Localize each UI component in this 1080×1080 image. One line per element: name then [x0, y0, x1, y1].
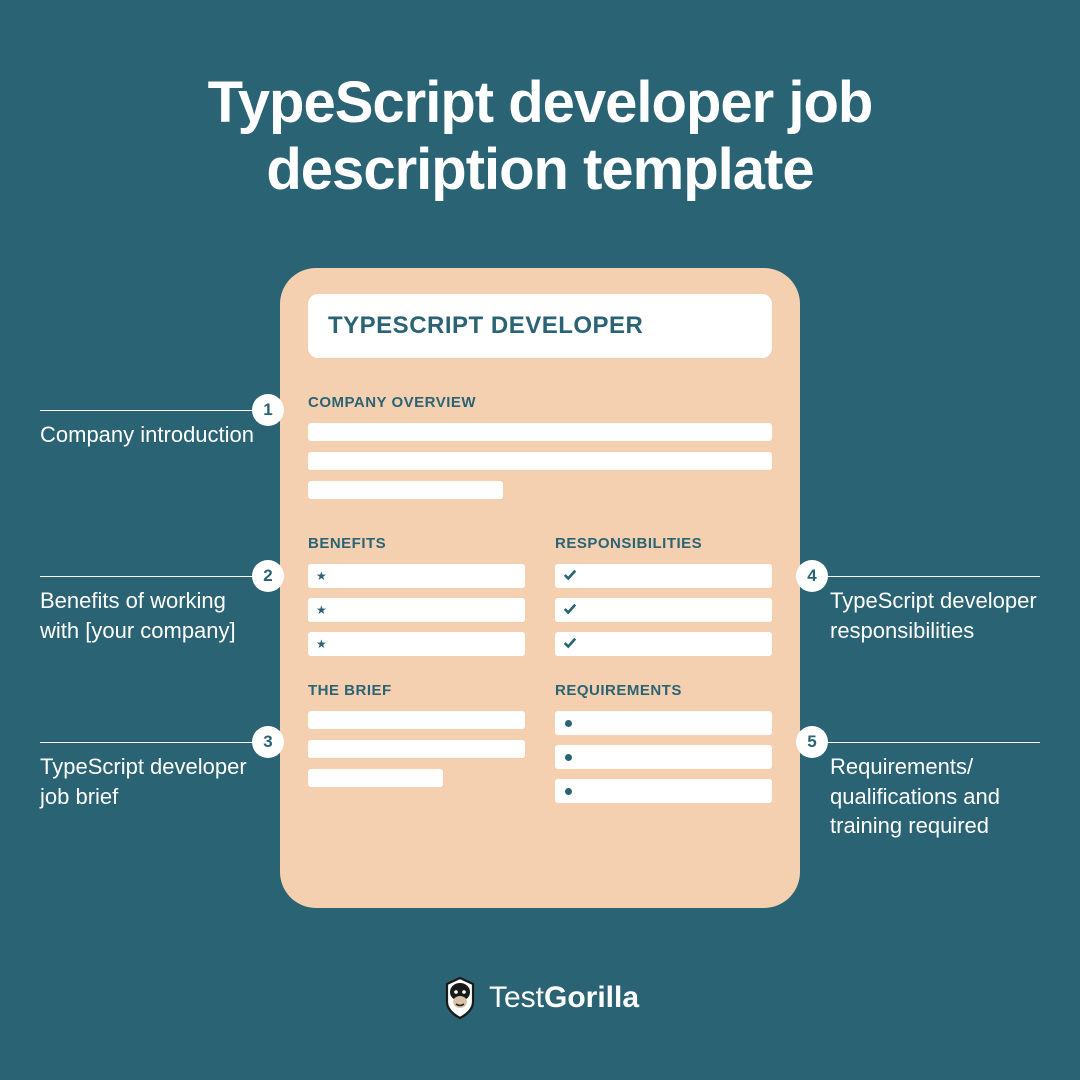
overview-placeholder	[308, 423, 772, 499]
annotation-2: Benefits of working with [your company]	[40, 586, 260, 645]
brand-footer: TestGorilla	[0, 976, 1080, 1020]
connector-line	[40, 742, 260, 743]
annotation-badge-5: 5	[796, 726, 828, 758]
requirement-item	[555, 779, 772, 803]
annotation-badge-2: 2	[252, 560, 284, 592]
responsibility-item	[555, 598, 772, 622]
requirement-item	[555, 745, 772, 769]
responsibility-item	[555, 632, 772, 656]
template-card: TYPESCRIPT DEVELOPER COMPANY OVERVIEW BE…	[280, 268, 800, 908]
bullet-icon	[565, 720, 572, 727]
annotation-badge-4: 4	[796, 560, 828, 592]
card-header: TYPESCRIPT DEVELOPER	[308, 294, 772, 358]
check-icon	[563, 568, 577, 585]
annotation-3: TypeScript developer job brief	[40, 752, 260, 811]
annotation-4: TypeScript developer responsibilities	[830, 586, 1060, 645]
responsibilities-label: RESPONSIBILITIES	[555, 535, 772, 552]
annotation-badge-3: 3	[252, 726, 284, 758]
check-icon	[563, 636, 577, 653]
benefits-label: BENEFITS	[308, 535, 525, 552]
check-icon	[563, 602, 577, 619]
brief-label: THE BRIEF	[308, 682, 525, 699]
benefit-item: ★	[308, 598, 525, 622]
annotation-badge-1: 1	[252, 394, 284, 426]
responsibility-item	[555, 564, 772, 588]
annotation-1: Company introduction	[40, 420, 260, 450]
connector-line	[820, 742, 1040, 743]
requirement-item	[555, 711, 772, 735]
star-icon: ★	[316, 637, 327, 651]
brand-text: TestGorilla	[489, 981, 639, 1015]
star-icon: ★	[316, 603, 327, 617]
annotation-5: Requirements/ qualifications and trainin…	[830, 752, 1060, 841]
overview-label: COMPANY OVERVIEW	[308, 394, 772, 411]
gorilla-icon	[441, 976, 479, 1020]
benefit-item: ★	[308, 632, 525, 656]
benefit-item: ★	[308, 564, 525, 588]
page-title: TypeScript developer job description tem…	[0, 0, 1080, 243]
connector-line	[820, 576, 1040, 577]
bullet-icon	[565, 788, 572, 795]
connector-line	[40, 410, 260, 411]
requirements-label: REQUIREMENTS	[555, 682, 772, 699]
bullet-icon	[565, 754, 572, 761]
connector-line	[40, 576, 260, 577]
brief-placeholder	[308, 711, 525, 787]
star-icon: ★	[316, 569, 327, 583]
